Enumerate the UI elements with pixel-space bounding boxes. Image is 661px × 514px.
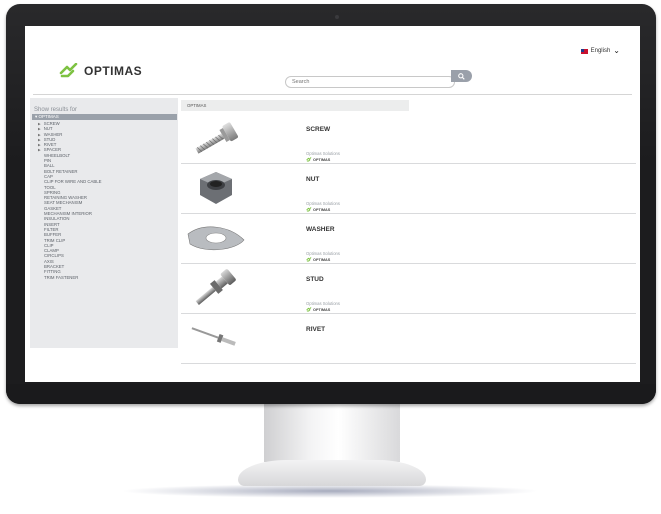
category-list: ▶ SCREW ▶ NUT ▶ WASHER ▶ STUD ▶ RIVET ▶ SPACER WHEEL…: [30, 121, 178, 280]
expand-arrow-icon[interactable]: ▶: [38, 133, 41, 137]
expand-arrow-icon[interactable]: ▶: [38, 127, 41, 131]
result-title[interactable]: WASHER: [306, 226, 335, 233]
desk-shadow: [120, 484, 540, 498]
result-source: Optimas Solutions: [306, 301, 340, 306]
brand-name: OPTIMAS: [84, 64, 143, 78]
result-title[interactable]: RIVET: [306, 326, 325, 333]
result-source: Optimas Solutions: [306, 251, 340, 256]
sidebar-item-trim-fastener[interactable]: TRIM FASTENER: [30, 275, 178, 280]
brand-logo[interactable]: OPTIMAS: [59, 63, 142, 79]
supplier-logo: OPTIMAS: [306, 157, 330, 162]
result-row-stud[interactable]: STUD Optimas Solutions OPTIMAS: [181, 264, 636, 314]
result-title[interactable]: NUT: [306, 176, 319, 183]
search-button[interactable]: [451, 70, 472, 82]
browser-screen: English ⌄ OPTIMAS Show results for ▾ OPT…: [25, 26, 640, 382]
result-source: Optimas Solutions: [306, 201, 340, 206]
breadcrumb[interactable]: OPTIMAS: [181, 100, 409, 111]
optimas-logo-icon: [306, 157, 312, 162]
result-row-washer[interactable]: WASHER Optimas Solutions OPTIMAS: [181, 214, 636, 264]
nut-image[interactable]: [186, 166, 246, 210]
result-row-nut[interactable]: NUT Optimas Solutions OPTIMAS: [181, 164, 636, 214]
supplier-logo: OPTIMAS: [306, 207, 330, 212]
sidebar-root-optimas[interactable]: ▾ OPTIMAS: [32, 114, 177, 120]
search-icon: [458, 72, 465, 80]
monitor-chin: [6, 384, 656, 404]
monitor-stand-neck: [264, 404, 400, 462]
result-row-rivet[interactable]: RIVET: [181, 314, 636, 364]
supplier-logo: OPTIMAS: [306, 307, 330, 312]
screw-image[interactable]: [186, 116, 246, 160]
sidebar-title: Show results for: [34, 107, 78, 113]
result-source: Optimas Solutions: [306, 151, 340, 156]
optimas-logo-icon: [59, 63, 78, 78]
optimas-logo-icon: [306, 307, 312, 312]
uk-flag-icon: [580, 48, 588, 54]
language-label: English: [590, 48, 611, 54]
result-title[interactable]: STUD: [306, 276, 324, 283]
chevron-down-icon: ⌄: [613, 46, 620, 55]
stud-image[interactable]: [186, 266, 246, 310]
filter-sidebar: Show results for ▾ OPTIMAS ▶ SCREW ▶ NUT ▶ WA…: [30, 98, 178, 348]
result-row-screw[interactable]: SCREW Optimas Solutions OPTIMAS: [181, 114, 636, 164]
camera-dot: [335, 15, 339, 19]
washer-image[interactable]: [186, 216, 246, 260]
language-selector[interactable]: English ⌄: [580, 46, 620, 55]
monitor-stand-base: [238, 460, 426, 486]
search-bar: [285, 70, 472, 88]
optimas-logo-icon: [306, 207, 312, 212]
supplier-logo: OPTIMAS: [306, 257, 330, 262]
header-divider: [33, 94, 632, 95]
result-title[interactable]: SCREW: [306, 126, 330, 133]
optimas-logo-icon: [306, 257, 312, 262]
results-list: SCREW Optimas Solutions OPTIMAS NUT Optimas …: [181, 114, 636, 364]
rivet-image[interactable]: [186, 316, 246, 360]
expand-arrow-icon[interactable]: ▶: [38, 148, 41, 152]
search-input[interactable]: [285, 76, 455, 88]
